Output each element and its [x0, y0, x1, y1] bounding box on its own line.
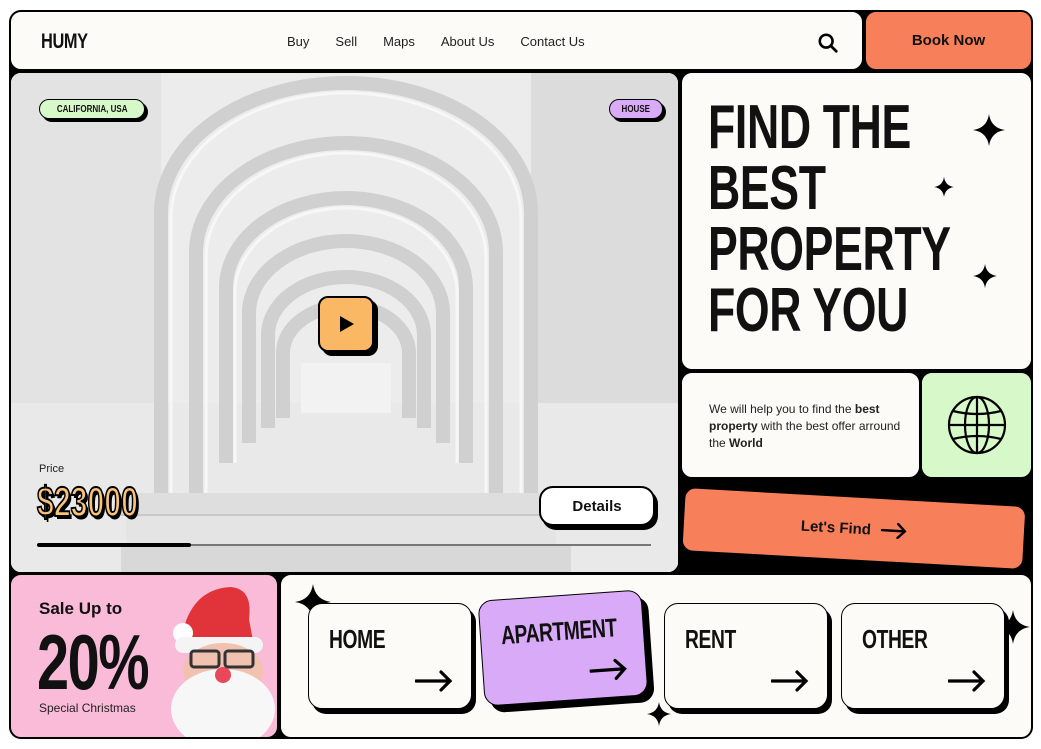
sale-subtitle: Special Christmas: [39, 701, 136, 715]
search-icon[interactable]: [817, 32, 839, 54]
headline-text: FIND THE BEST PROPERTY FOR YOU: [708, 93, 951, 345]
headline-line-4: FOR YOU: [708, 276, 909, 345]
nav-menu: Buy Sell Maps About Us Contact Us: [287, 34, 611, 49]
sparkle-icon: [973, 264, 997, 288]
top-navbar: HUMY Buy Sell Maps About Us Contact Us: [9, 10, 864, 71]
sale-title: Sale Up to: [39, 599, 123, 618]
sparkle-icon: [647, 702, 671, 726]
category-rent[interactable]: RENT: [664, 603, 828, 709]
category-label: RENT: [685, 624, 736, 654]
santa-illustration: [171, 587, 275, 737]
arrow-right-icon: [771, 670, 809, 692]
info-card: We will help you to find the best proper…: [680, 371, 921, 479]
price-label: Price: [39, 463, 65, 475]
sparkle-icon: [934, 177, 954, 197]
category-home[interactable]: HOME: [308, 603, 472, 709]
nav-link-maps[interactable]: Maps: [383, 34, 415, 49]
arrow-right-icon: [589, 658, 627, 680]
nav-link-buy[interactable]: Buy: [287, 34, 309, 49]
play-icon: [340, 316, 354, 332]
globe-icon: [947, 395, 1007, 455]
arrow-right-icon: [948, 670, 986, 692]
info-text-part: We will help you to find the: [709, 402, 855, 416]
headline-card: FIND THE BEST PROPERTY FOR YOU: [680, 71, 1033, 371]
price-value: $23000: [36, 477, 138, 526]
nav-link-about[interactable]: About Us: [441, 34, 494, 49]
arrow-right-icon: [880, 522, 907, 540]
hero-property-card: CALIFORNIA, USA HOUSE Price $23000 Detai…: [9, 71, 680, 574]
book-now-button[interactable]: Book Now: [864, 10, 1033, 71]
headline-line-3: PROPERTY: [708, 215, 951, 284]
arrow-right-icon: [415, 670, 453, 692]
property-type-tag: HOUSE: [609, 99, 663, 119]
category-label: APARTMENT: [499, 612, 618, 651]
info-text: We will help you to find the best proper…: [709, 401, 909, 452]
nav-link-sell[interactable]: Sell: [335, 34, 357, 49]
details-button[interactable]: Details: [539, 486, 655, 526]
video-progress-fill: [37, 543, 191, 547]
info-text-bold: World: [729, 436, 763, 450]
category-other[interactable]: OTHER: [841, 603, 1005, 709]
sparkle-icon: [973, 114, 1005, 146]
sale-percent: 20%: [37, 618, 150, 706]
sale-banner[interactable]: Sale Up to 20% Special Christmas: [9, 573, 279, 739]
globe-card: [920, 371, 1033, 479]
category-label: HOME: [329, 624, 386, 654]
category-apartment[interactable]: APARTMENT: [477, 589, 649, 707]
property-type-label: HOUSE: [621, 103, 651, 115]
categories-panel: HOME APARTMENT RENT OTHER: [279, 573, 1033, 739]
headline-line-2: BEST: [708, 154, 826, 223]
nav-link-contact[interactable]: Contact Us: [520, 34, 584, 49]
location-tag: CALIFORNIA, USA: [39, 99, 146, 119]
logo[interactable]: HUMY: [41, 30, 88, 54]
location-tag-label: CALIFORNIA, USA: [56, 103, 128, 115]
lets-find-label: Let's Find: [800, 517, 872, 538]
video-progress-bar[interactable]: [37, 543, 651, 547]
category-label: OTHER: [862, 624, 928, 654]
headline-line-1: FIND THE: [708, 93, 911, 162]
play-button[interactable]: [318, 296, 374, 352]
